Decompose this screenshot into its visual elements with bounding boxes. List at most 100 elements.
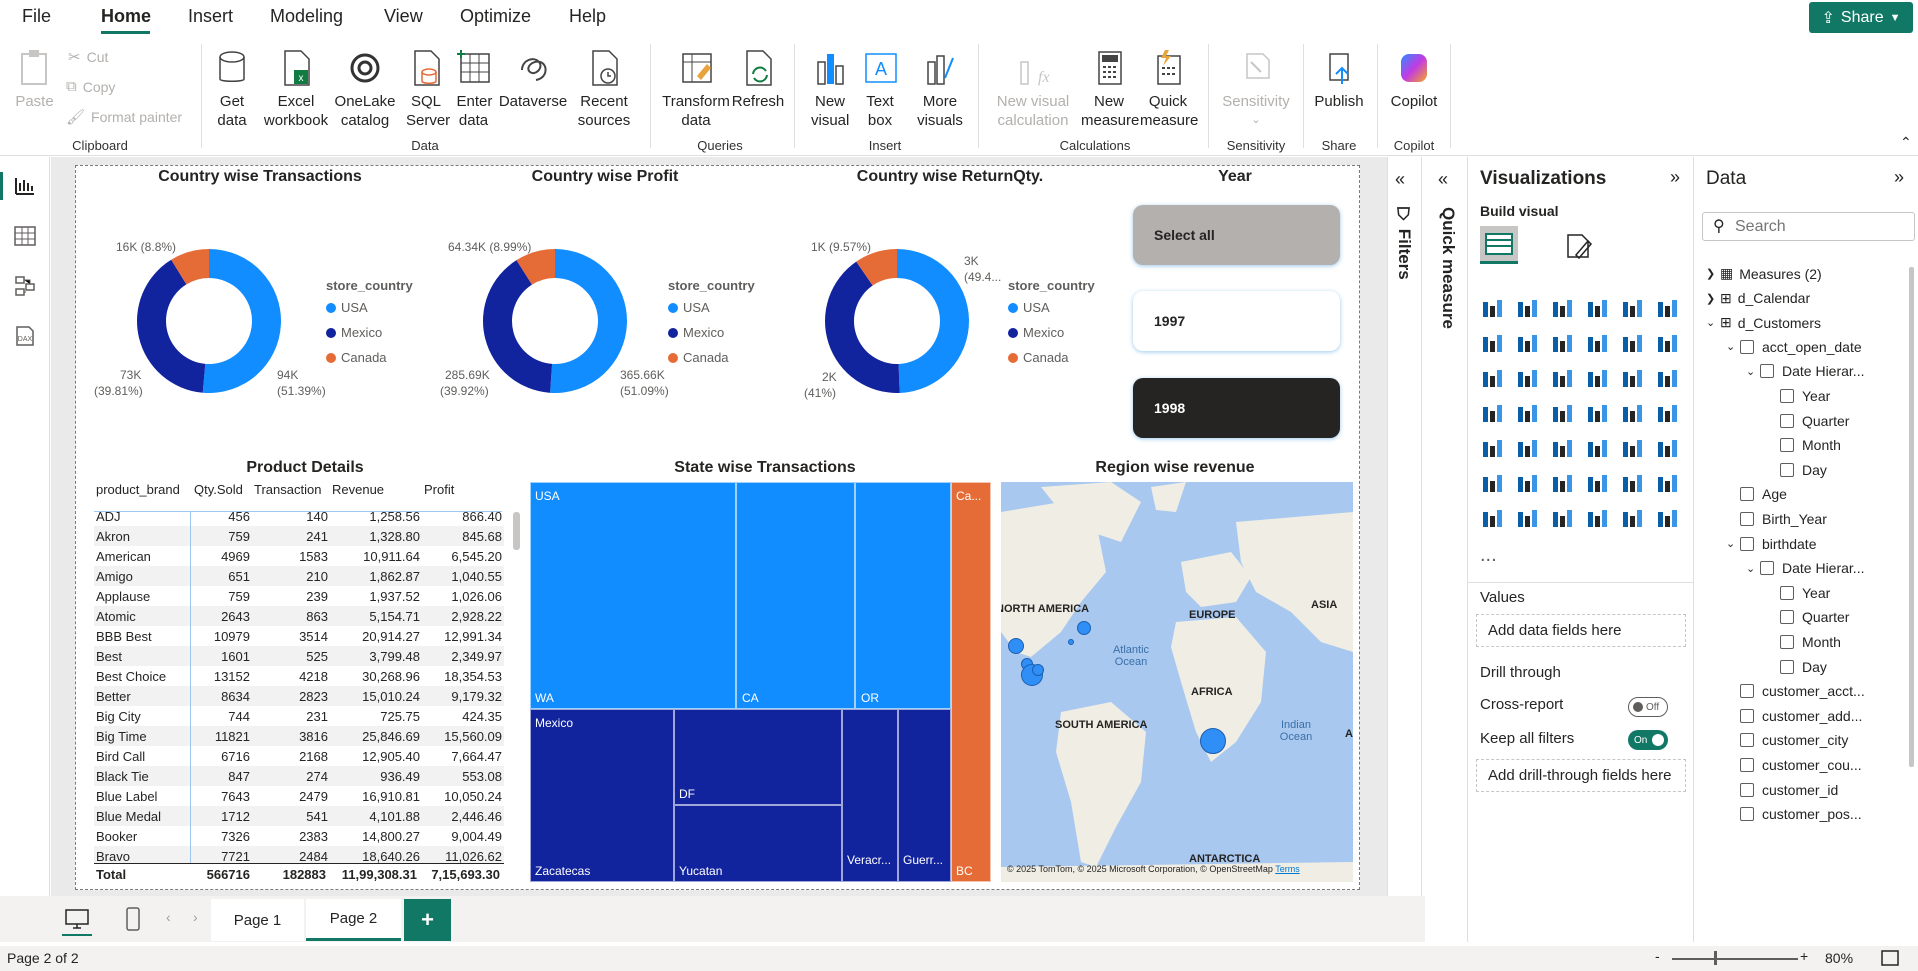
scorecard-icon[interactable] xyxy=(1585,507,1607,529)
qa-icon[interactable] xyxy=(1515,472,1537,494)
r-visual-icon[interactable] xyxy=(1585,437,1607,459)
sensitivity-button[interactable]: Sensitivity ⌄ xyxy=(1216,48,1296,130)
slicer-option-1998[interactable]: 1998 xyxy=(1133,378,1340,438)
legend-item-canada[interactable]: Canada xyxy=(668,350,729,365)
field-list-item[interactable]: Day xyxy=(1766,659,1827,675)
treemap-tile-wa[interactable]: USA WA xyxy=(530,482,736,709)
table-row[interactable]: Booker 7326 2383 14,800.27 9,004.49 xyxy=(94,826,504,846)
table-row[interactable]: Blue Label 7643 2479 16,910.81 10,050.24 xyxy=(94,786,504,806)
page-tab-2[interactable]: Page 2 xyxy=(306,899,401,941)
recent-sources-button[interactable]: Recent sources xyxy=(573,48,635,130)
expand-filters-icon[interactable]: « xyxy=(1395,169,1405,190)
field-checkbox[interactable] xyxy=(1740,487,1754,502)
donut-slice-usa[interactable] xyxy=(897,249,970,393)
field-checkbox[interactable] xyxy=(1740,684,1754,699)
map-bubble[interactable] xyxy=(1200,728,1226,754)
key-influencers-icon[interactable] xyxy=(1655,437,1677,459)
donut-chart-profit[interactable] xyxy=(480,246,630,396)
format-visual-icon[interactable] xyxy=(1564,231,1594,261)
zoom-slider-thumb[interactable] xyxy=(1714,951,1717,965)
search-box[interactable]: ⚲ xyxy=(1702,212,1915,241)
menu-insert[interactable]: Insert xyxy=(188,6,233,27)
field-list-item[interactable]: Age xyxy=(1726,486,1787,502)
narrative-icon[interactable] xyxy=(1550,472,1572,494)
menu-help[interactable]: Help xyxy=(569,6,606,27)
keep-filters-toggle[interactable]: On xyxy=(1628,730,1668,750)
field-checkbox[interactable] xyxy=(1780,462,1794,477)
field-list-item[interactable]: Day xyxy=(1766,462,1827,478)
transform-data-button[interactable]: Transform data xyxy=(658,48,734,130)
build-visual-tab[interactable] xyxy=(1480,226,1518,264)
paste-button[interactable]: Paste xyxy=(12,48,57,111)
field-checkbox[interactable] xyxy=(1780,438,1794,453)
field-list-item[interactable]: customer_id xyxy=(1726,782,1838,798)
scroll-left-icon[interactable]: ‹ xyxy=(166,909,171,925)
field-checkbox[interactable] xyxy=(1740,339,1754,354)
field-list-item[interactable]: ⌄ ⊞ d_Customers xyxy=(1706,314,1821,331)
legend-item-mexico[interactable]: Mexico xyxy=(326,325,382,340)
decomposition-tree-icon[interactable] xyxy=(1480,472,1502,494)
field-checkbox[interactable] xyxy=(1780,659,1794,674)
field-list-item[interactable]: Month xyxy=(1766,437,1841,453)
menu-optimize[interactable]: Optimize xyxy=(460,6,531,27)
map-bubble[interactable] xyxy=(1068,639,1074,645)
field-list-item[interactable]: ⌄ Date Hierar... xyxy=(1746,560,1864,576)
stacked-area-icon[interactable] xyxy=(1550,332,1572,354)
product-details-table[interactable]: product_brand Qty.Sold Transaction Reven… xyxy=(94,482,504,882)
ribbon-chart-icon[interactable] xyxy=(1585,332,1607,354)
field-list-item[interactable]: ❯ ⊞ d_Calendar xyxy=(1706,290,1810,307)
treemap-tile-guerrero[interactable]: Guerr... xyxy=(898,709,951,882)
power-automate-icon[interactable] xyxy=(1480,507,1502,529)
donut-chart-icon[interactable] xyxy=(1620,367,1642,389)
treemap-tile-df[interactable]: DF xyxy=(674,709,842,805)
treemap-tile-yucatan[interactable]: Yucatan xyxy=(674,805,842,882)
kpi-icon[interactable] xyxy=(1655,402,1677,424)
collapse-pane-icon[interactable]: » xyxy=(1894,167,1904,188)
treemap-tile-bc[interactable]: Ca... BC xyxy=(951,482,991,882)
menu-modeling[interactable]: Modeling xyxy=(270,6,343,27)
treemap-tile-ca[interactable]: CA xyxy=(736,482,855,709)
table-scrollbar[interactable] xyxy=(513,512,520,550)
onelake-catalog-button[interactable]: OneLake catalog xyxy=(332,48,398,130)
gauge-icon[interactable] xyxy=(1585,402,1607,424)
data-pane-scrollbar[interactable] xyxy=(1909,267,1914,767)
table-row[interactable]: Bird Call 6716 2168 12,905.40 7,664.47 xyxy=(94,746,504,766)
field-list-item[interactable]: customer_pos... xyxy=(1726,806,1862,822)
combo-chart-icon[interactable] xyxy=(1620,332,1642,354)
collapse-ribbon-icon[interactable]: ⌃ xyxy=(1900,134,1912,151)
stacked-bar-icon[interactable] xyxy=(1480,297,1502,319)
table-row[interactable]: Best Choice 13152 4218 30,268.96 18,354.53 xyxy=(94,666,504,686)
format-painter-button[interactable]: 🖌 Format painter xyxy=(66,108,182,126)
treemap-tile-or[interactable]: OR xyxy=(855,482,951,709)
cut-button[interactable]: ✂ Cut xyxy=(68,48,108,66)
map-icon[interactable] xyxy=(1480,402,1502,424)
python-visual-icon[interactable] xyxy=(1620,437,1642,459)
field-list-item[interactable]: customer_city xyxy=(1726,732,1848,748)
line-chart-icon[interactable] xyxy=(1480,332,1502,354)
get-data-button[interactable]: Get data xyxy=(207,48,257,130)
field-checkbox[interactable] xyxy=(1740,512,1754,526)
mobile-layout-icon[interactable] xyxy=(125,906,141,932)
field-checkbox[interactable] xyxy=(1740,807,1754,822)
menu-file[interactable]: File xyxy=(22,6,51,27)
column-header[interactable]: Profit xyxy=(422,482,504,506)
100pct-bar-icon[interactable] xyxy=(1620,297,1642,319)
scroll-right-icon[interactable]: › xyxy=(193,909,198,925)
column-header[interactable]: Qty.Sold xyxy=(192,482,252,506)
field-checkbox[interactable] xyxy=(1740,782,1754,797)
pie-chart-icon[interactable] xyxy=(1585,367,1607,389)
map-terms-link[interactable]: Terms xyxy=(1275,864,1300,874)
zoom-out-button[interactable]: - xyxy=(1655,948,1660,964)
table-row[interactable]: Best 1601 525 3,799.48 2,349.97 xyxy=(94,646,504,666)
table-row[interactable]: BBB Best 10979 3514 20,914.27 12,991.34 xyxy=(94,626,504,646)
field-list-item[interactable]: customer_acct... xyxy=(1726,683,1865,699)
arcgis-icon[interactable] xyxy=(1620,507,1642,529)
treemap-tile-zacatecas[interactable]: Mexico Zacatecas xyxy=(530,709,674,882)
dax-query-view-icon[interactable]: DAX xyxy=(13,324,37,348)
publish-button[interactable]: Publish xyxy=(1309,48,1369,111)
field-list-item[interactable]: ❯ ▦ Measures (2) xyxy=(1706,265,1822,282)
table-row[interactable]: American 4969 1583 10,911.64 6,545.20 xyxy=(94,546,504,566)
area-chart-icon[interactable] xyxy=(1515,332,1537,354)
legend-item-canada[interactable]: Canada xyxy=(326,350,387,365)
zoom-slider-track[interactable] xyxy=(1672,958,1798,960)
